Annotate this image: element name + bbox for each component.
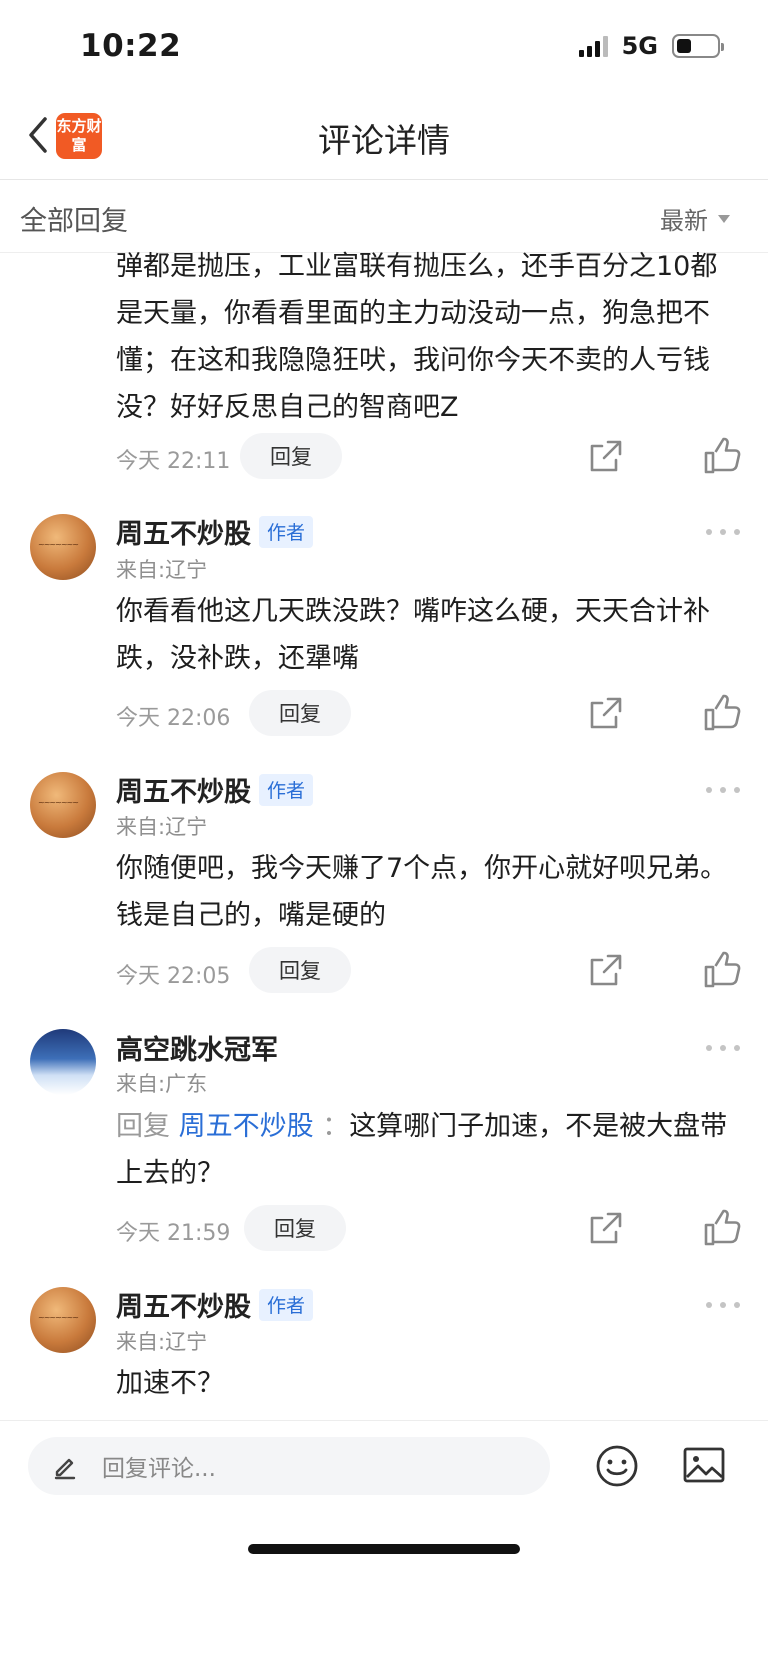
page-title: 评论详情	[318, 121, 450, 160]
reply-button[interactable]: 回复	[249, 690, 351, 736]
reply-prefix: 回复	[116, 1111, 170, 1142]
caret-down-icon	[718, 214, 730, 223]
pencil-icon	[54, 1458, 76, 1480]
thumbs-up-icon[interactable]	[702, 950, 742, 990]
reply-button[interactable]: 回复	[240, 433, 342, 479]
status-time: 10:22	[80, 28, 182, 64]
avatar-signature-icon: ~~~~~~~	[38, 798, 79, 807]
more-icon[interactable]	[706, 1300, 740, 1310]
nav-bar: 东方财富 评论详情	[0, 90, 768, 180]
comment-time: 今天 22:11	[116, 449, 231, 474]
reply-input[interactable]: 回复评论...	[28, 1437, 550, 1495]
avatar-signature-icon: ~~~~~~~	[38, 540, 79, 549]
battery-icon	[672, 34, 724, 58]
status-indicators: 5G	[578, 32, 724, 60]
more-icon[interactable]	[706, 1043, 740, 1053]
more-icon[interactable]	[706, 527, 740, 537]
image-icon[interactable]	[682, 1443, 726, 1487]
share-icon[interactable]	[586, 436, 626, 476]
network-label: 5G	[621, 32, 658, 60]
comment-text: 弹都是抛压，工业富联有抛压么，还手百分之10都是天量，你看看里面的主力动没动一点…	[116, 251, 718, 423]
comment-header: 周五不炒股 作者	[116, 770, 314, 809]
sort-label: 最新	[660, 207, 708, 235]
comment-time: 今天 22:05	[116, 964, 231, 989]
comment-text: 加速不？	[116, 1368, 224, 1399]
avatar[interactable]	[30, 1029, 96, 1095]
emoji-icon[interactable]	[594, 1443, 640, 1489]
avatar[interactable]: ~~~~~~~	[30, 772, 96, 838]
all-replies-label: 全部回复	[20, 206, 128, 237]
author-badge: 作者	[259, 515, 314, 548]
sort-dropdown[interactable]: 最新	[660, 201, 730, 236]
username[interactable]: 周五不炒股	[116, 770, 251, 809]
author-badge: 作者	[259, 773, 314, 806]
reply-colon: ：	[322, 1111, 350, 1142]
username[interactable]: 周五不炒股	[116, 1285, 251, 1324]
reply-button[interactable]: 回复	[249, 947, 351, 993]
avatar-signature-icon: ~~~~~~~	[38, 1313, 79, 1322]
comment-text: 你随便吧，我今天赚了7个点，你开心就好呗兄弟。钱是自己的，嘴是硬的	[116, 853, 728, 931]
avatar[interactable]: ~~~~~~~	[30, 514, 96, 580]
thumbs-up-icon[interactable]	[702, 1208, 742, 1248]
comment-text: 你看看他这几天跌没跌？嘴咋这么硬，天天合计补跌，没补跌，还犟嘴	[116, 596, 710, 674]
signal-icon	[578, 35, 608, 57]
thumbs-up-icon[interactable]	[702, 693, 742, 733]
reply-placeholder: 回复评论...	[102, 1456, 216, 1482]
reply-bar: 回复评论...	[0, 1420, 768, 1663]
author-badge: 作者	[259, 1288, 314, 1321]
reply-button[interactable]: 回复	[244, 1205, 346, 1251]
location-label: 来自:广东	[116, 1072, 208, 1096]
comment-text: 回复 周五不炒股 ：这算哪门子加速，不是被大盘带上去的？	[116, 1103, 736, 1197]
home-indicator[interactable]	[248, 1544, 520, 1554]
thumbs-up-icon[interactable]	[702, 436, 742, 476]
comment-header: 周五不炒股 作者	[116, 512, 314, 551]
share-icon[interactable]	[586, 1208, 626, 1248]
comment-time: 今天 22:06	[116, 706, 231, 731]
more-icon[interactable]	[706, 785, 740, 795]
comment-time: 今天 21:59	[116, 1221, 231, 1246]
location-label: 来自:辽宁	[116, 1330, 208, 1354]
comment-header: 周五不炒股 作者	[116, 1285, 314, 1324]
username[interactable]: 高空跳水冠军	[116, 1028, 278, 1067]
username[interactable]: 周五不炒股	[116, 512, 251, 551]
location-label: 来自:辽宁	[116, 815, 208, 839]
avatar[interactable]: ~~~~~~~	[30, 1287, 96, 1353]
location-label: 来自:辽宁	[116, 558, 208, 582]
reply-target-user[interactable]: 周五不炒股	[179, 1111, 314, 1142]
share-icon[interactable]	[586, 693, 626, 733]
share-icon[interactable]	[586, 950, 626, 990]
